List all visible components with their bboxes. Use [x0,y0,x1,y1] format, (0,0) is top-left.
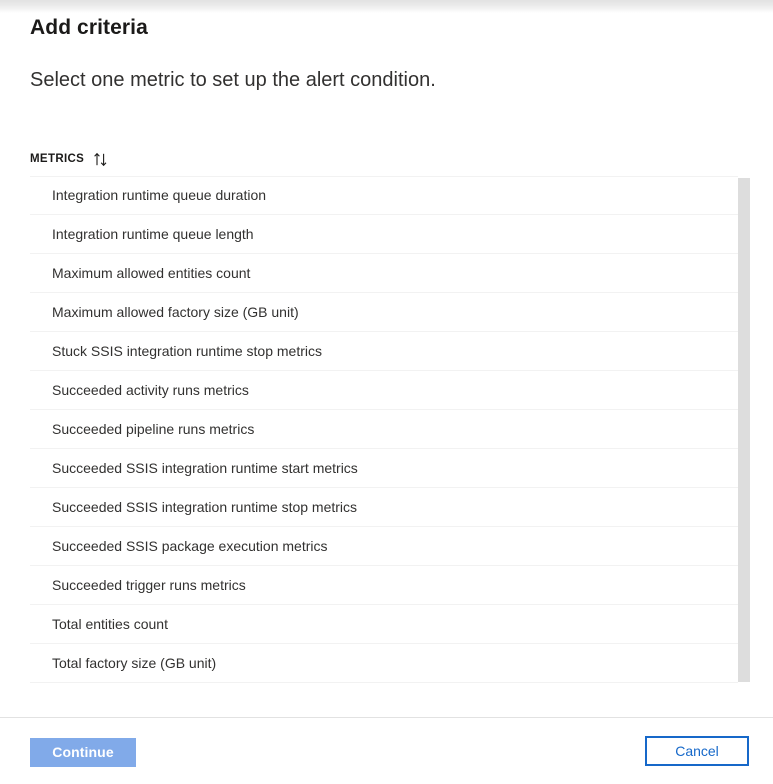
list-item[interactable]: Succeeded activity runs metrics [30,371,738,410]
metrics-list-scroll-area: Integration runtime queue duration Integ… [30,176,750,683]
list-item-label: Maximum allowed factory size (GB unit) [52,303,299,320]
list-item[interactable]: Succeeded SSIS integration runtime stop … [30,488,738,527]
add-criteria-blade: Add criteria Select one metric to set up… [0,0,773,784]
list-item-label: Succeeded trigger runs metrics [52,576,246,593]
list-item-label: Maximum allowed entities count [52,264,251,281]
list-item[interactable]: Succeeded trigger runs metrics [30,566,738,605]
blade-footer: Continue Cancel [0,717,773,784]
list-item-label: Succeeded SSIS package execution metrics [52,537,328,554]
metrics-list-scrollbar-thumb[interactable] [738,178,750,682]
sort-ascending-descending-icon[interactable] [93,152,108,167]
page-title: Add criteria [30,16,148,39]
list-item[interactable]: Total factory size (GB unit) [30,644,738,683]
list-item[interactable]: Maximum allowed entities count [30,254,738,293]
continue-button[interactable]: Continue [30,738,136,767]
metrics-column-header[interactable]: METRICS [30,148,108,170]
metrics-column-header-label: METRICS [30,153,85,165]
list-item[interactable]: Total entities count [30,605,738,644]
blade-body: Add criteria Select one metric to set up… [0,0,773,784]
list-item-label: Integration runtime queue length [52,225,254,242]
list-item-label: Total entities count [52,615,168,632]
list-item-label: Stuck SSIS integration runtime stop metr… [52,342,322,359]
list-item-label: Succeeded activity runs metrics [52,381,249,398]
list-item[interactable]: Succeeded SSIS package execution metrics [30,527,738,566]
list-item-label: Succeeded pipeline runs metrics [52,420,255,437]
metrics-list-scrollbar[interactable] [738,178,750,682]
page-subtitle: Select one metric to set up the alert co… [30,69,436,91]
list-item-label: Succeeded SSIS integration runtime start… [52,459,358,476]
list-item[interactable]: Integration runtime queue duration [30,176,738,215]
list-item[interactable]: Succeeded SSIS integration runtime start… [30,449,738,488]
list-item[interactable]: Succeeded pipeline runs metrics [30,410,738,449]
metrics-list: Integration runtime queue duration Integ… [30,176,738,683]
list-item[interactable]: Stuck SSIS integration runtime stop metr… [30,332,738,371]
list-item[interactable]: Integration runtime queue length [30,215,738,254]
list-item-label: Total factory size (GB unit) [52,654,217,671]
list-item[interactable]: Maximum allowed factory size (GB unit) [30,293,738,332]
list-item-label: Succeeded SSIS integration runtime stop … [52,498,358,515]
list-item-label: Integration runtime queue duration [52,187,267,203]
cancel-button[interactable]: Cancel [645,736,749,766]
